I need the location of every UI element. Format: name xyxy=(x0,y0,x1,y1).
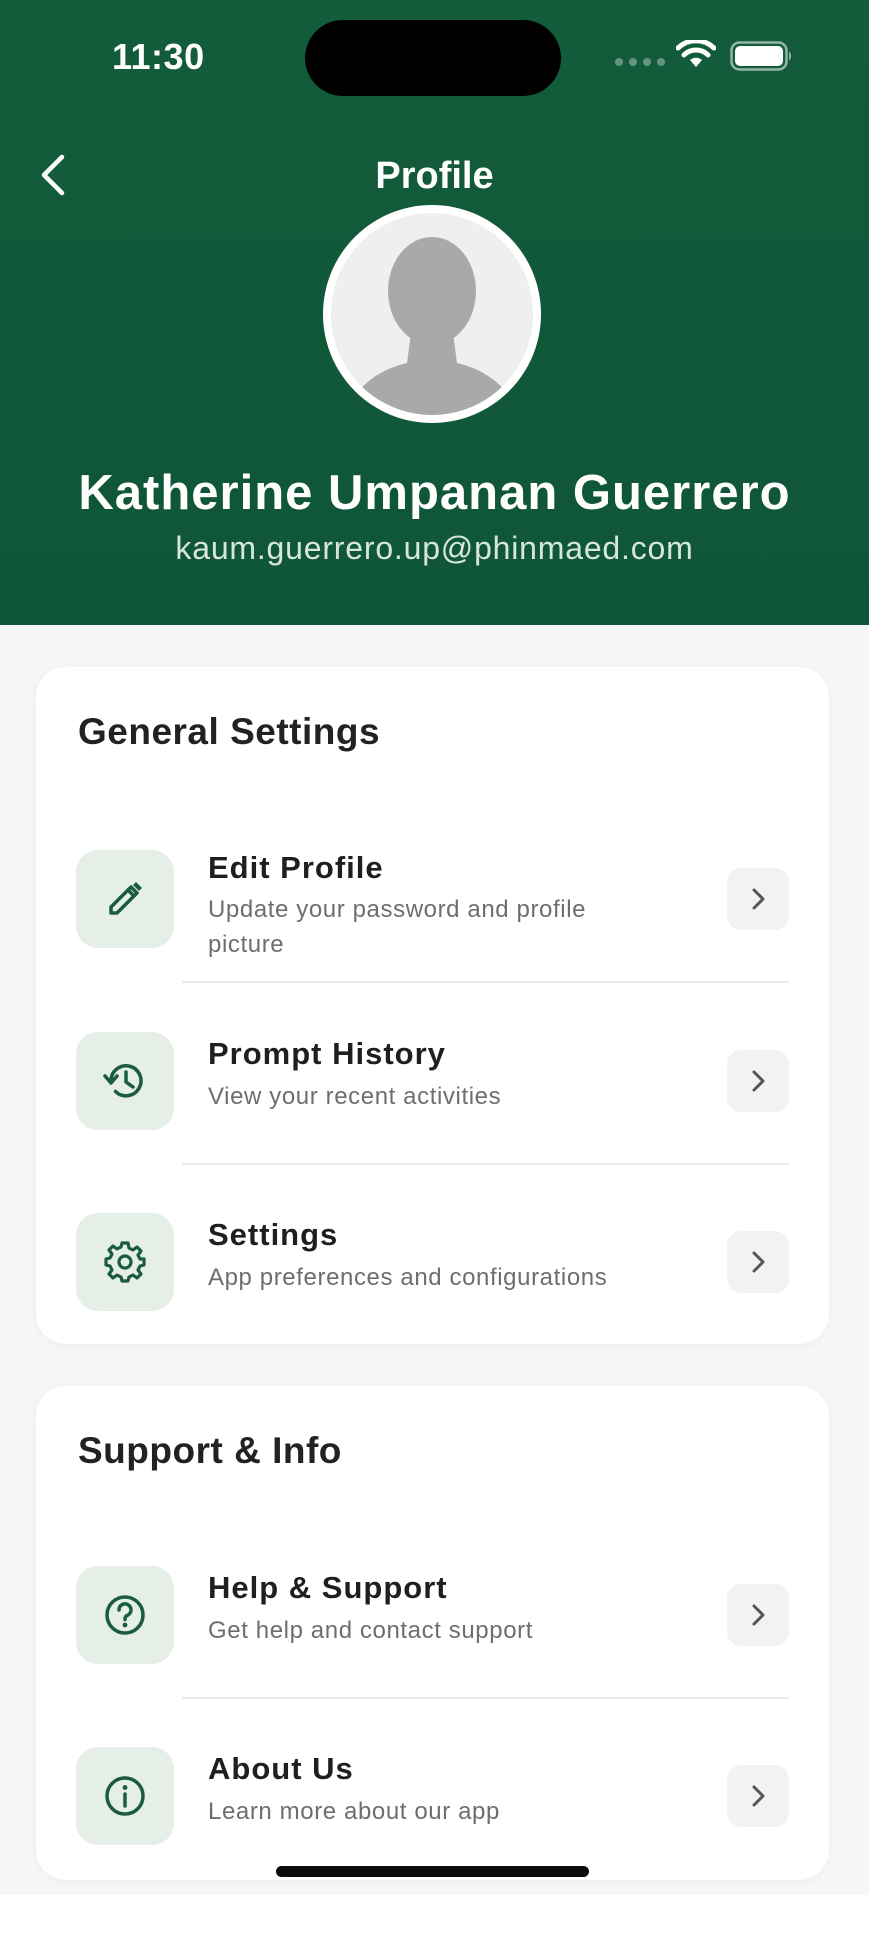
battery-icon xyxy=(730,41,791,71)
row-title: Help & Support xyxy=(208,1570,448,1605)
edit-profile-item[interactable]: Edit Profile Update your password and pr… xyxy=(36,842,829,972)
chevron-right-icon xyxy=(752,1251,765,1273)
profile-header: 11:30 Profile Katherine Umpanan Guerrero… xyxy=(0,0,869,625)
chevron-right-button[interactable] xyxy=(727,868,789,930)
pencil-icon xyxy=(109,882,142,915)
general-settings-card: General Settings Edit Profile Update you… xyxy=(36,667,829,1344)
chevron-right-button[interactable] xyxy=(727,1584,789,1646)
section-title: General Settings xyxy=(78,711,381,752)
prompt-history-item[interactable]: Prompt History View your recent activiti… xyxy=(36,1024,829,1144)
chevron-right-button[interactable] xyxy=(727,1050,789,1112)
help-support-icon-tile xyxy=(76,1566,174,1664)
row-title: Edit Profile xyxy=(208,850,384,885)
history-icon xyxy=(103,1064,143,1098)
row-subtitle: Get help and contact support xyxy=(208,1617,534,1644)
prompt-history-icon-tile xyxy=(76,1032,174,1130)
person-silhouette-icon xyxy=(343,237,521,415)
info-circle-icon xyxy=(105,1776,145,1816)
page-title: Profile xyxy=(375,155,494,197)
section-title: Support & Info xyxy=(78,1430,342,1471)
row-subtitle: Learn more about our app xyxy=(208,1798,500,1825)
status-time: 11:30 xyxy=(112,36,205,77)
edit-profile-icon-tile xyxy=(76,850,174,948)
home-indicator[interactable] xyxy=(276,1866,589,1877)
divider xyxy=(182,1697,789,1699)
dynamic-island xyxy=(305,20,561,96)
chevron-right-button[interactable] xyxy=(727,1765,789,1827)
divider xyxy=(182,1163,789,1165)
row-subtitle: View your recent activities xyxy=(208,1083,502,1110)
cellular-signal-icon xyxy=(615,58,665,66)
divider xyxy=(182,981,789,983)
chevron-right-icon xyxy=(752,1070,765,1092)
chevron-right-icon xyxy=(752,1604,765,1626)
chevron-right-icon xyxy=(752,1785,765,1807)
avatar[interactable] xyxy=(323,205,541,423)
question-circle-icon xyxy=(105,1595,145,1635)
bottom-safe-area xyxy=(0,1895,869,1946)
wifi-icon xyxy=(676,40,716,67)
gear-icon xyxy=(104,1241,146,1283)
settings-icon-tile xyxy=(76,1213,174,1311)
settings-item[interactable]: Settings App preferences and configurati… xyxy=(36,1205,829,1325)
chevron-right-button[interactable] xyxy=(727,1231,789,1293)
about-us-icon-tile xyxy=(76,1747,174,1845)
user-email: kaum.guerrero.up@phinmaed.com xyxy=(175,530,694,566)
row-title: About Us xyxy=(208,1751,354,1786)
chevron-right-icon xyxy=(752,888,765,910)
row-title: Settings xyxy=(208,1217,339,1252)
user-name: Katherine Umpanan Guerrero xyxy=(78,466,791,520)
row-subtitle: App preferences and configurations xyxy=(208,1264,608,1291)
support-info-card: Support & Info Help & Support Get help a… xyxy=(36,1386,829,1880)
help-support-item[interactable]: Help & Support Get help and contact supp… xyxy=(36,1558,829,1678)
status-bar: 11:30 xyxy=(0,0,869,110)
row-title: Prompt History xyxy=(208,1036,446,1071)
row-subtitle: Update your password and profile picture xyxy=(208,896,587,958)
about-us-item[interactable]: About Us Learn more about our app xyxy=(36,1739,829,1859)
